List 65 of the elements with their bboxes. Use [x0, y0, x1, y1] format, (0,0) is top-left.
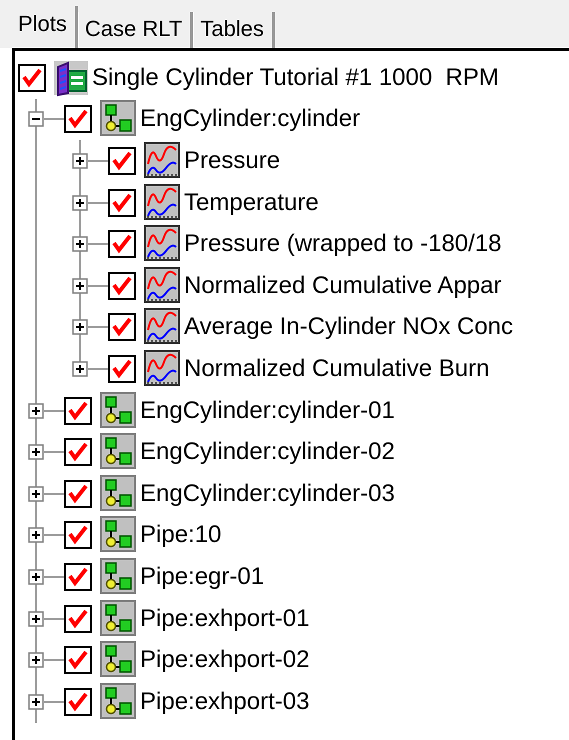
expand-toggle[interactable] [72, 236, 88, 252]
checkbox[interactable] [108, 230, 136, 258]
checkbox[interactable] [18, 64, 46, 92]
tree-item-label[interactable]: Pressure (wrapped to -180/18 [184, 229, 502, 260]
checkbox[interactable] [64, 438, 92, 466]
book-icon [52, 58, 90, 97]
tree-item-label[interactable]: Pipe:egr-01 [140, 562, 264, 592]
expand-toggle[interactable] [28, 111, 44, 128]
checkbox[interactable] [64, 521, 92, 550]
expand-toggle[interactable] [28, 444, 44, 460]
diagram-icon [100, 433, 138, 472]
expand-toggle[interactable] [28, 652, 44, 668]
expand-toggle[interactable] [72, 278, 88, 294]
line-chart-icon [144, 225, 182, 264]
tree-item-label[interactable]: EngCylinder:cylinder-02 [140, 437, 395, 468]
checkbox[interactable] [108, 272, 136, 300]
tab[interactable]: Case RLT [78, 12, 194, 48]
expand-toggle[interactable] [28, 527, 44, 544]
tree-item-label[interactable]: EngCylinder:cylinder-01 [140, 396, 395, 426]
checkbox[interactable] [64, 480, 92, 508]
tree-item-label[interactable]: Pipe:exhport-01 [140, 604, 310, 634]
tab[interactable]: Tables [193, 12, 275, 48]
checkbox[interactable] [64, 105, 92, 134]
expand-toggle[interactable] [72, 194, 88, 211]
diagram-icon [100, 682, 138, 721]
diagram-icon [100, 558, 138, 596]
expand-toggle[interactable] [28, 486, 44, 502]
line-chart-icon [144, 184, 182, 222]
checkbox[interactable] [64, 562, 92, 591]
tree-item-label[interactable]: Pipe:exhport-02 [140, 645, 310, 676]
checkbox[interactable] [64, 688, 92, 716]
tree-item-label[interactable]: EngCylinder:cylinder-03 [140, 478, 395, 509]
expand-toggle[interactable] [28, 610, 44, 627]
checkbox[interactable] [108, 313, 136, 342]
tree-item-label[interactable]: Pipe:10 [140, 520, 222, 550]
diagram-icon [100, 100, 138, 138]
tree-item-label[interactable]: EngCylinder:cylinder [140, 104, 360, 134]
tree-item-label[interactable]: Single Cylinder Tutorial #1 1000 RPM [92, 62, 499, 93]
expand-toggle[interactable] [28, 402, 44, 419]
expand-toggle[interactable] [72, 360, 88, 377]
checkbox[interactable] [64, 604, 92, 633]
tree-item-label[interactable]: Pressure [184, 146, 280, 176]
expand-toggle[interactable] [28, 568, 44, 585]
tree-item-label[interactable]: Temperature [184, 188, 319, 218]
checkbox[interactable] [108, 188, 136, 217]
tree-item-label[interactable]: Normalized Cumulative Appar [184, 270, 502, 301]
checkbox[interactable] [108, 146, 136, 175]
expand-toggle[interactable] [72, 319, 88, 336]
tree-item-label[interactable]: Pipe:exhport-03 [140, 686, 310, 717]
checkbox[interactable] [108, 354, 136, 383]
diagram-icon [100, 516, 138, 554]
tree-item-label[interactable]: Average In-Cylinder NOx Conc [184, 312, 514, 342]
checkbox[interactable] [64, 646, 92, 674]
tree-item-label[interactable]: Normalized Cumulative Burn [184, 354, 490, 384]
diagram-icon [100, 600, 138, 638]
line-chart-icon [144, 350, 182, 388]
line-chart-icon [144, 308, 182, 346]
line-chart-icon [144, 142, 182, 180]
checkbox[interactable] [64, 396, 92, 425]
expand-toggle[interactable] [72, 152, 88, 169]
diagram-icon [100, 392, 138, 430]
line-chart-icon [144, 266, 182, 305]
diagram-icon [100, 641, 138, 680]
diagram-icon [100, 474, 138, 513]
expand-toggle[interactable] [28, 694, 44, 710]
